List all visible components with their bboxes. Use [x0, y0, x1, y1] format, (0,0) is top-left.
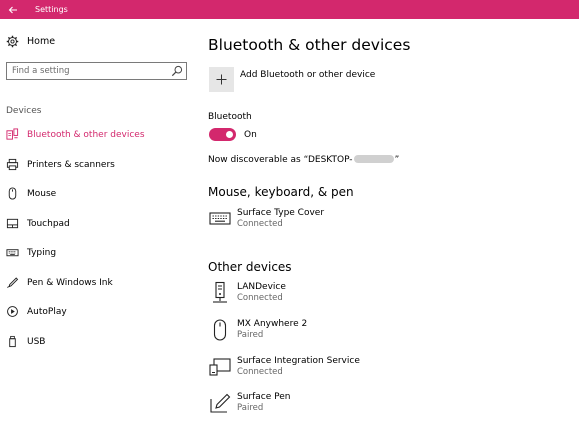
autoplay-icon	[7, 306, 18, 317]
plus-icon	[216, 74, 227, 85]
device-name: MX Anywhere 2	[237, 319, 308, 329]
sidebar-item-touchpad[interactable]: Touchpad	[0, 213, 196, 235]
device-status: Paired	[237, 330, 264, 340]
bluetooth-toggle[interactable]	[209, 128, 236, 141]
display-device-icon	[209, 358, 231, 376]
sidebar-item-printers[interactable]: Printers & scanners	[0, 154, 196, 176]
device-item-surface-type-cover[interactable]: Surface Type Cover Connected	[208, 207, 508, 235]
sidebar-item-usb[interactable]: USB	[0, 331, 196, 353]
device-name: Surface Pen	[237, 392, 291, 402]
sidebar-home-label: Home	[27, 36, 56, 47]
keyboard-icon	[209, 212, 231, 225]
device-item-mx-anywhere-2[interactable]: MX Anywhere 2 Paired	[208, 318, 508, 346]
discoverable-text: Now discoverable as “DESKTOP- ”	[208, 154, 399, 166]
bluetooth-label: Bluetooth	[208, 112, 252, 122]
bluetooth-devices-icon	[6, 128, 19, 140]
sidebar-item-label: Mouse	[27, 189, 57, 199]
device-status: Connected	[237, 219, 283, 229]
device-item-landevice[interactable]: LANDevice Connected	[208, 281, 508, 309]
section-heading-other-devices: Other devices	[208, 260, 292, 274]
search-box	[6, 62, 187, 80]
sidebar-item-autoplay[interactable]: AutoPlay	[0, 301, 196, 323]
sidebar-item-label: USB	[27, 337, 46, 347]
add-device-tile[interactable]	[209, 67, 234, 92]
device-status: Connected	[237, 293, 283, 303]
discoverable-suffix: ”	[394, 155, 400, 165]
sidebar-item-pen[interactable]: Pen & Windows Ink	[0, 272, 196, 294]
section-heading-input-devices: Mouse, keyboard, & pen	[208, 185, 354, 199]
sidebar-item-label: Typing	[27, 248, 57, 258]
printer-icon	[6, 158, 19, 171]
search-icon[interactable]	[171, 65, 183, 77]
add-device-button[interactable]: Add Bluetooth or other device	[208, 67, 438, 93]
touchpad-icon	[6, 218, 19, 229]
mouse-icon	[8, 187, 17, 200]
device-item-surface-pen[interactable]: Surface Pen Paired	[208, 391, 508, 419]
sidebar: Home Devices Bluetooth & other devices P…	[0, 19, 196, 432]
toggle-knob	[226, 131, 233, 138]
device-status: Paired	[237, 403, 264, 413]
discoverable-prefix: Now discoverable as “DESKTOP-	[208, 155, 353, 165]
sidebar-item-mouse[interactable]: Mouse	[0, 183, 196, 205]
device-name: Surface Type Cover	[237, 208, 325, 218]
search-input[interactable]	[7, 63, 167, 79]
window-title: Settings	[35, 5, 68, 14]
redacted-device-name	[353, 155, 394, 163]
main-content: Bluetooth & other devices Add Bluetooth …	[208, 19, 579, 432]
title-bar: Settings	[0, 0, 579, 19]
mouse-icon	[213, 319, 227, 341]
usb-icon	[9, 335, 16, 348]
device-status: Connected	[237, 367, 283, 377]
device-item-surface-integration-service[interactable]: Surface Integration Service Connected	[208, 355, 508, 383]
pen-icon	[7, 277, 19, 288]
bluetooth-toggle-state: On	[244, 130, 257, 140]
keyboard-icon	[6, 249, 19, 257]
pen-tablet-icon	[210, 393, 231, 413]
device-name: Surface Integration Service	[237, 356, 360, 366]
page-title: Bluetooth & other devices	[208, 36, 411, 54]
sidebar-item-label: Bluetooth & other devices	[27, 130, 145, 140]
sidebar-item-typing[interactable]: Typing	[0, 242, 196, 264]
sidebar-home[interactable]: Home	[0, 31, 196, 53]
gear-icon	[6, 35, 19, 48]
section-label-devices: Devices	[6, 106, 42, 116]
sidebar-item-label: Pen & Windows Ink	[27, 278, 113, 288]
back-arrow-icon	[8, 6, 17, 13]
sidebar-item-label: AutoPlay	[27, 307, 67, 317]
add-device-label: Add Bluetooth or other device	[240, 70, 376, 80]
sidebar-item-label: Printers & scanners	[27, 160, 115, 170]
sidebar-item-label: Touchpad	[27, 219, 70, 229]
back-button[interactable]	[0, 0, 26, 19]
sidebar-item-bluetooth[interactable]: Bluetooth & other devices	[0, 124, 196, 146]
device-name: LANDevice	[237, 282, 286, 292]
network-device-icon	[213, 281, 227, 303]
